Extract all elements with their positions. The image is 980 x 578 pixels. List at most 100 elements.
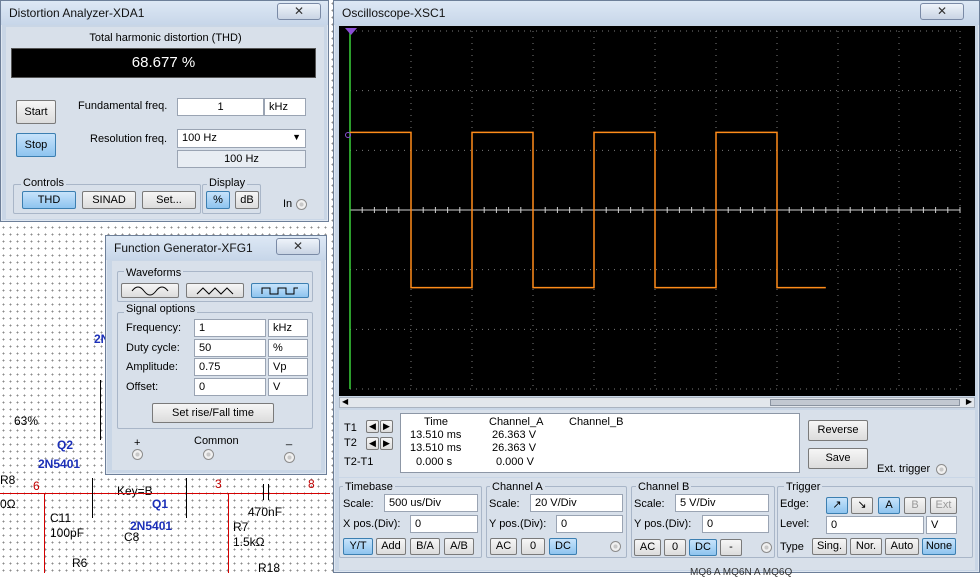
timebase-scale-input[interactable]: 500 us/Div <box>384 494 478 512</box>
scroll-thumb[interactable] <box>770 399 960 406</box>
offset-input[interactable]: 0 <box>194 378 266 396</box>
wire <box>0 493 330 494</box>
offset-unit[interactable]: V <box>268 378 308 396</box>
frequency-input[interactable]: 1 <box>194 319 266 337</box>
percent-button[interactable]: % <box>206 191 230 209</box>
set-rise-fall-time-button[interactable]: Set rise/Fall time <box>152 403 274 423</box>
minus-terminal[interactable] <box>284 452 295 463</box>
channel-b-dc-button[interactable]: DC <box>689 539 717 556</box>
frequency-unit[interactable]: kHz <box>268 319 308 337</box>
duty-cycle-label: Duty cycle: <box>126 342 180 354</box>
close-button[interactable]: ✕ <box>276 238 320 255</box>
close-icon: ✕ <box>936 4 948 18</box>
thd-heading: Total harmonic distortion (THD) <box>89 32 242 44</box>
t2-left-arrow[interactable]: ◀ <box>366 437 379 450</box>
sine-wave-button[interactable] <box>121 283 179 298</box>
scope-screen[interactable] <box>339 26 975 396</box>
channel-a-level-marker[interactable] <box>345 132 351 138</box>
fundamental-freq-input[interactable]: 1 <box>177 98 264 116</box>
x-pos-input[interactable]: 0 <box>410 515 478 533</box>
channel-b-ypos-input[interactable]: 0 <box>702 515 769 533</box>
controls-label: Controls <box>21 177 66 189</box>
triangle-wave-icon <box>196 287 234 295</box>
trigger-a-button[interactable]: A <box>878 497 900 514</box>
oscilloscope-titlebar[interactable]: Oscilloscope-XSC1 <box>334 1 979 25</box>
ab-button[interactable]: A/B <box>444 538 474 555</box>
edge-label: Edge: <box>780 498 809 510</box>
channel-b-zero-button[interactable]: 0 <box>664 539 686 556</box>
wire <box>92 478 93 518</box>
scroll-right-arrow[interactable]: ▶ <box>966 397 972 406</box>
channel-b-ac-button[interactable]: AC <box>634 539 661 556</box>
plus-terminal[interactable] <box>132 449 143 460</box>
channel-a-zero-button[interactable]: 0 <box>521 538 545 555</box>
channel-a-ac-button[interactable]: AC <box>490 538 517 555</box>
resolution-freq-readout: 100 Hz <box>177 150 306 168</box>
close-button[interactable]: ✕ <box>920 3 964 20</box>
channel-b-ypos-label: Y pos.(Div): <box>634 518 692 530</box>
common-terminal[interactable] <box>203 449 214 460</box>
thd-button[interactable]: THD <box>22 191 76 209</box>
falling-edge-button[interactable]: ↘ <box>851 497 873 514</box>
single-button[interactable]: Sing. <box>812 538 847 555</box>
channel-a-scale-input[interactable]: 20 V/Div <box>530 494 623 512</box>
stop-button[interactable]: Stop <box>16 133 56 157</box>
node-6: 6 <box>33 479 40 493</box>
level-input[interactable]: 0 <box>826 516 924 534</box>
level-unit[interactable]: V <box>926 516 957 534</box>
auto-button[interactable]: Auto <box>885 538 919 555</box>
ext-trigger-terminal[interactable] <box>936 464 947 475</box>
r7-value: 1.5kΩ <box>233 535 265 549</box>
channel-b-invert-button[interactable]: - <box>720 539 742 556</box>
channel-a-terminal[interactable] <box>610 541 621 552</box>
none-button[interactable]: None <box>922 538 956 555</box>
resolution-freq-selected: 100 Hz <box>182 132 217 144</box>
in-terminal[interactable] <box>296 199 307 210</box>
channel-b-scale-input[interactable]: 5 V/Div <box>675 494 769 512</box>
c11-value: 100pF <box>50 526 85 540</box>
channel-a-ypos-input[interactable]: 0 <box>556 515 623 533</box>
normal-button[interactable]: Nor. <box>850 538 882 555</box>
t2-right-arrow[interactable]: ▶ <box>380 437 393 450</box>
triangle-wave-button[interactable] <box>186 283 244 298</box>
t2-t1-time: 0.000 s <box>416 456 453 468</box>
t1-left-arrow[interactable]: ◀ <box>366 420 379 433</box>
trigger-heading: Trigger <box>784 481 823 493</box>
start-button[interactable]: Start <box>16 100 56 124</box>
amplitude-unit[interactable]: Vp <box>268 358 308 376</box>
cursor-t1-marker[interactable] <box>345 28 357 35</box>
ext-trigger-label: Ext. trigger <box>877 463 931 475</box>
db-button[interactable]: dB <box>235 191 259 209</box>
sinad-button[interactable]: SINAD <box>82 191 136 209</box>
chevron-down-icon: ▼ <box>292 132 301 142</box>
ba-button[interactable]: B/A <box>410 538 440 555</box>
common-terminal-label: Common <box>194 435 239 447</box>
reverse-button[interactable]: Reverse <box>808 420 868 441</box>
scroll-left-arrow[interactable]: ◀ <box>342 397 348 406</box>
t1-channel-a: 26.363 V <box>492 429 537 441</box>
duty-cycle-unit[interactable]: % <box>268 339 308 357</box>
save-button[interactable]: Save <box>808 448 868 469</box>
channel-a-dc-button[interactable]: DC <box>549 538 577 555</box>
add-button[interactable]: Add <box>376 538 406 555</box>
scope-scrollbar[interactable]: ◀ ▶ <box>339 397 975 408</box>
fundamental-freq-label: Fundamental freq. <box>78 100 168 112</box>
trigger-ext-button[interactable]: Ext <box>930 497 957 514</box>
yt-button[interactable]: Y/T <box>343 538 373 555</box>
amplitude-input[interactable]: 0.75 <box>194 358 266 376</box>
c11-label: C11 <box>50 511 72 525</box>
fundamental-freq-unit[interactable]: kHz <box>264 98 306 116</box>
resolution-freq-select[interactable]: 100 Hz ▼ <box>177 129 306 148</box>
window-title: Distortion Analyzer-XDA1 <box>9 6 145 20</box>
set-button[interactable]: Set... <box>142 191 196 209</box>
square-wave-button[interactable] <box>251 283 309 298</box>
duty-cycle-input[interactable]: 50 <box>194 339 266 357</box>
sine-wave-icon <box>131 286 169 296</box>
r6-label: R6 <box>72 556 88 570</box>
channel-b-terminal[interactable] <box>761 542 772 553</box>
close-button[interactable]: ✕ <box>277 3 321 20</box>
rising-edge-button[interactable]: ↗ <box>826 497 848 514</box>
t1-right-arrow[interactable]: ▶ <box>380 420 393 433</box>
trigger-b-button[interactable]: B <box>904 497 926 514</box>
r7-label: R7 <box>233 520 249 534</box>
